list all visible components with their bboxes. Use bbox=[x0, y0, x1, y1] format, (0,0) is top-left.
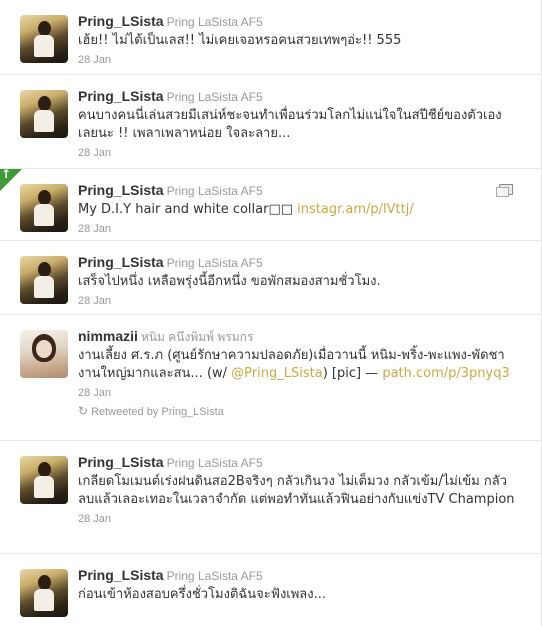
user-display-name: Pring LaSista AF5 bbox=[166, 256, 263, 270]
tweet-text: เฮ้ย!! ไม่ได้เป็นเลส!! ไม่เคยเจอหรอคนสวย… bbox=[78, 33, 402, 48]
tweet-text-after: ) [pic] — bbox=[322, 366, 383, 381]
avatar[interactable] bbox=[20, 15, 68, 63]
user-name[interactable]: Pring_LSista bbox=[78, 454, 164, 470]
user-display-name: Pring LaSista AF5 bbox=[166, 90, 263, 104]
tweet-item[interactable]: Pring_LSista Pring LaSista AF5 เกลียดโมเม… bbox=[0, 441, 541, 554]
avatar[interactable] bbox=[20, 256, 68, 304]
tweet-date[interactable]: 28 Jan bbox=[78, 146, 521, 161]
avatar[interactable] bbox=[20, 569, 68, 617]
retweet-icon: ↻ bbox=[78, 404, 89, 418]
tweet-item[interactable]: Pring_LSista Pring LaSista AF5 เฮ้ย!! ไม่… bbox=[0, 0, 541, 75]
avatar[interactable] bbox=[20, 456, 68, 504]
user-display-name: หนิม คนึงพิมพ์ พรมกร bbox=[140, 330, 254, 344]
avatar[interactable] bbox=[20, 184, 68, 232]
tweet-item[interactable]: Pring_LSista Pring LaSista AF5 คนบางคนนี่… bbox=[0, 75, 541, 169]
user-name[interactable]: nimmazii bbox=[78, 328, 138, 344]
avatar[interactable] bbox=[20, 90, 68, 138]
user-name[interactable]: Pring_LSista bbox=[78, 567, 164, 583]
tweet-date[interactable]: 28 Jan bbox=[78, 294, 521, 309]
star-corner-icon: ↑ bbox=[1, 167, 12, 181]
tweet-date[interactable]: 28 Jan bbox=[78, 512, 521, 527]
tweet-text: My D.I.Y hair and white collar□□ instagr… bbox=[78, 201, 521, 219]
user-display-name: Pring LaSista AF5 bbox=[166, 569, 263, 583]
tweet-text: คนบางคนนี่เล่นสวยมีเสน่ห์ชะจนทำเพื่อนร่ว… bbox=[78, 108, 502, 141]
user-display-name: Pring LaSista AF5 bbox=[166, 456, 263, 470]
tweet-item[interactable]: nimmazii หนิม คนึงพิมพ์ พรมกร งานเลี้ยง ศ… bbox=[0, 315, 541, 441]
mention-link[interactable]: @Pring_LSista bbox=[231, 366, 323, 381]
tweet-date[interactable]: 28 Jan bbox=[78, 222, 521, 237]
user-display-name: Pring LaSista AF5 bbox=[166, 15, 263, 29]
user-name[interactable]: Pring_LSista bbox=[78, 182, 164, 198]
retweet-info: ↻ Retweeted by Pring_LSista bbox=[78, 404, 521, 419]
tweet-text-plain: My D.I.Y hair and white collar□□ bbox=[78, 202, 298, 217]
user-name[interactable]: Pring_LSista bbox=[78, 88, 164, 104]
retweeted-by-text[interactable]: Retweeted by Pring_LSista bbox=[91, 406, 224, 418]
tweet-date[interactable]: 28 Jan bbox=[78, 386, 521, 401]
avatar[interactable] bbox=[20, 330, 68, 378]
tweet-text: เสร็จไปหนึ่ง เหลือพรุ่งนี้อีกหนึ่ง ขอพัก… bbox=[78, 274, 381, 289]
tweet-text: ก่อนเข้าห้องสอบครึ่งชั่วโมงติฉันจะฟังเพล… bbox=[78, 587, 327, 602]
tweet-item[interactable]: Pring_LSista Pring LaSista AF5 ก่อนเข้าห้… bbox=[0, 554, 541, 626]
tweet-text: งานเลี้ยง ศ.ร.ภ (ศูนย์รักษาความปลอดภัย)เ… bbox=[78, 347, 521, 383]
tweet-link[interactable]: instagr.am/p/lVttj/ bbox=[297, 202, 414, 217]
tweet-date[interactable]: 28 Jan bbox=[78, 53, 521, 68]
tweet-item[interactable]: Pring_LSista Pring LaSista AF5 เสร็จไปหนึ… bbox=[0, 241, 541, 315]
tweet-text: เกลียดโมเมนต์เร่งฝนดินสอ2Bจริงๆ กลัวเกิน… bbox=[78, 474, 515, 507]
user-display-name: Pring LaSista AF5 bbox=[166, 184, 263, 198]
user-name[interactable]: Pring_LSista bbox=[78, 13, 164, 29]
tweet-item[interactable]: ↑ Pring_LSista Pring LaSista AF5 My D.I.Y… bbox=[0, 167, 541, 241]
user-name[interactable]: Pring_LSista bbox=[78, 254, 164, 270]
tweet-link[interactable]: path.com/p/3pnyq3 bbox=[382, 366, 509, 381]
tweet-timeline: Pring_LSista Pring LaSista AF5 เฮ้ย!! ไม่… bbox=[0, 0, 542, 626]
